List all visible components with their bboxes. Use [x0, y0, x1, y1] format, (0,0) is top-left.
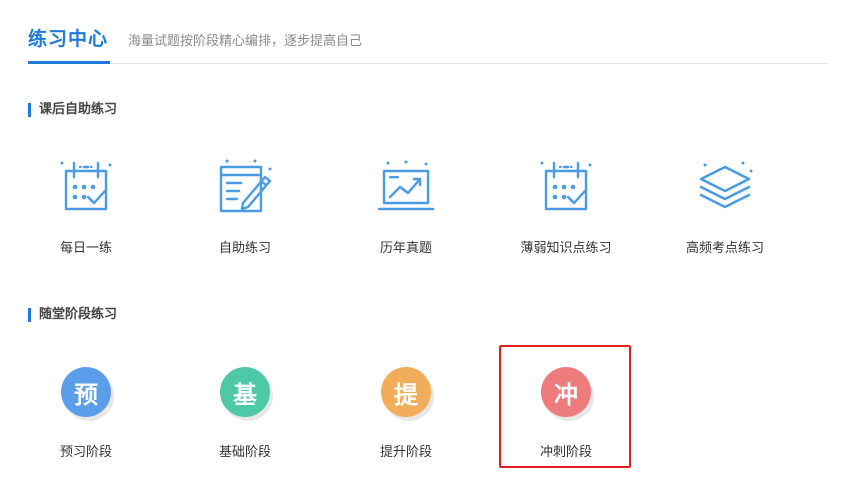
tile-label: 每日一练 [59, 241, 112, 256]
tile-self-practice[interactable]: 自助练习 [180, 155, 310, 256]
page-title: 练习中心 [28, 28, 109, 50]
section-title-stage-practice: 随堂阶段练习 [28, 308, 117, 322]
page-header: 练习中心 海量试题按阶段精心编排，逐步提高自己 [28, 0, 828, 64]
tile-daily-practice[interactable]: 每日一练 [21, 155, 151, 256]
page-subtitle: 海量试题按阶段精心编排，逐步提高自己 [128, 34, 363, 49]
laptop-chart-icon [374, 155, 438, 219]
layers-stack-icon [693, 155, 757, 219]
tile-label: 基础阶段 [218, 445, 271, 460]
notebook-pen-icon [213, 155, 277, 219]
tile-past-exams[interactable]: 历年真题 [341, 155, 471, 256]
section-title-self-practice: 课后自助练习 [28, 103, 117, 117]
calendar-check-icon [54, 155, 118, 219]
basic-badge: 基 [220, 367, 270, 417]
tile-label: 预习阶段 [59, 445, 112, 460]
tile-preview-stage[interactable]: 预 预习阶段 [21, 360, 151, 460]
tile-basic-stage[interactable]: 基 基础阶段 [180, 360, 310, 460]
tile-high-frequency[interactable]: 高频考点练习 [660, 155, 790, 256]
tile-label: 高频考点练习 [685, 241, 764, 256]
selection-highlight [499, 345, 631, 468]
advance-badge: 提 [381, 367, 431, 417]
tile-label: 自助练习 [218, 241, 271, 256]
tile-advance-stage[interactable]: 提 提升阶段 [341, 360, 471, 460]
title-underline [28, 61, 110, 64]
calendar-check-icon [534, 155, 598, 219]
tile-weak-points[interactable]: 薄弱知识点练习 [501, 155, 631, 256]
tile-label: 提升阶段 [379, 445, 432, 460]
tile-label: 薄弱知识点练习 [520, 241, 612, 256]
preview-badge: 预 [61, 367, 111, 417]
tile-label: 历年真题 [379, 241, 432, 256]
